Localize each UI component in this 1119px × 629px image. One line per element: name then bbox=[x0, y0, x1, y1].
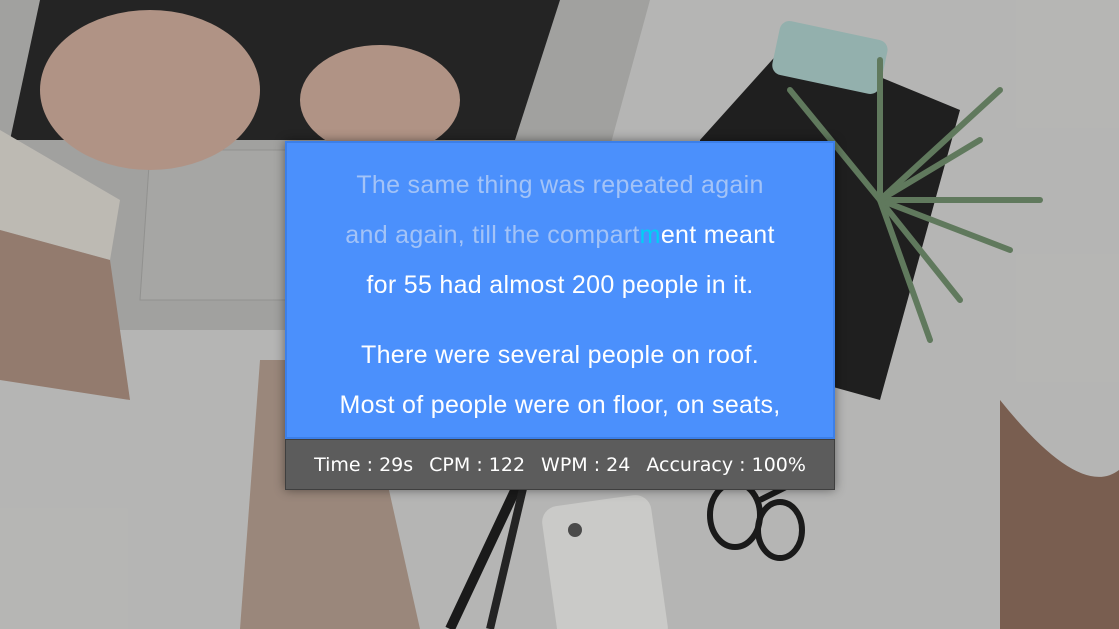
time-stat: Time : 29s bbox=[314, 454, 413, 476]
stat-separator: : bbox=[593, 453, 601, 476]
wpm-stat: WPM : 24 bbox=[541, 454, 630, 476]
typed-text: The same thing was repeated again bbox=[356, 171, 764, 199]
passage-line: There were several people on roof. bbox=[287, 341, 833, 370]
cpm-value: 122 bbox=[488, 453, 526, 476]
untyped-text: Most of people were on floor, on seats, bbox=[339, 391, 781, 419]
passage-line: Most of people were on floor, on seats, bbox=[287, 391, 833, 420]
current-character: m bbox=[639, 221, 661, 249]
stat-separator: : bbox=[476, 453, 483, 476]
stat-separator: : bbox=[739, 453, 746, 476]
time-label: Time bbox=[314, 453, 361, 476]
wpm-label: WPM bbox=[541, 453, 588, 476]
accuracy-value: 100% bbox=[751, 453, 806, 476]
untyped-text: ent meant bbox=[660, 221, 775, 249]
passage-text-area[interactable]: The same thing was repeated again and ag… bbox=[285, 141, 835, 439]
wpm-value: 24 bbox=[606, 453, 631, 476]
untyped-text: There were several people on roof. bbox=[361, 341, 759, 369]
stat-separator: : bbox=[366, 453, 374, 476]
accuracy-stat: Accuracy : 100% bbox=[646, 454, 806, 476]
cpm-label: CPM bbox=[429, 453, 471, 476]
passage-line: The same thing was repeated again bbox=[287, 171, 833, 200]
passage-line: for 55 had almost 200 people in it. bbox=[287, 271, 833, 300]
cpm-stat: CPM : 122 bbox=[429, 454, 525, 476]
time-value: 29s bbox=[379, 453, 414, 476]
untyped-text: for 55 had almost 200 people in it. bbox=[366, 271, 754, 299]
stats-bar: Time : 29s CPM : 122 WPM : 24 Accuracy :… bbox=[285, 439, 835, 490]
accuracy-label: Accuracy bbox=[646, 453, 734, 476]
typed-text: and again, till the compart bbox=[345, 221, 640, 249]
typing-test-panel: The same thing was repeated again and ag… bbox=[285, 141, 835, 490]
passage-line: and again, till the compartment meant bbox=[287, 221, 833, 250]
